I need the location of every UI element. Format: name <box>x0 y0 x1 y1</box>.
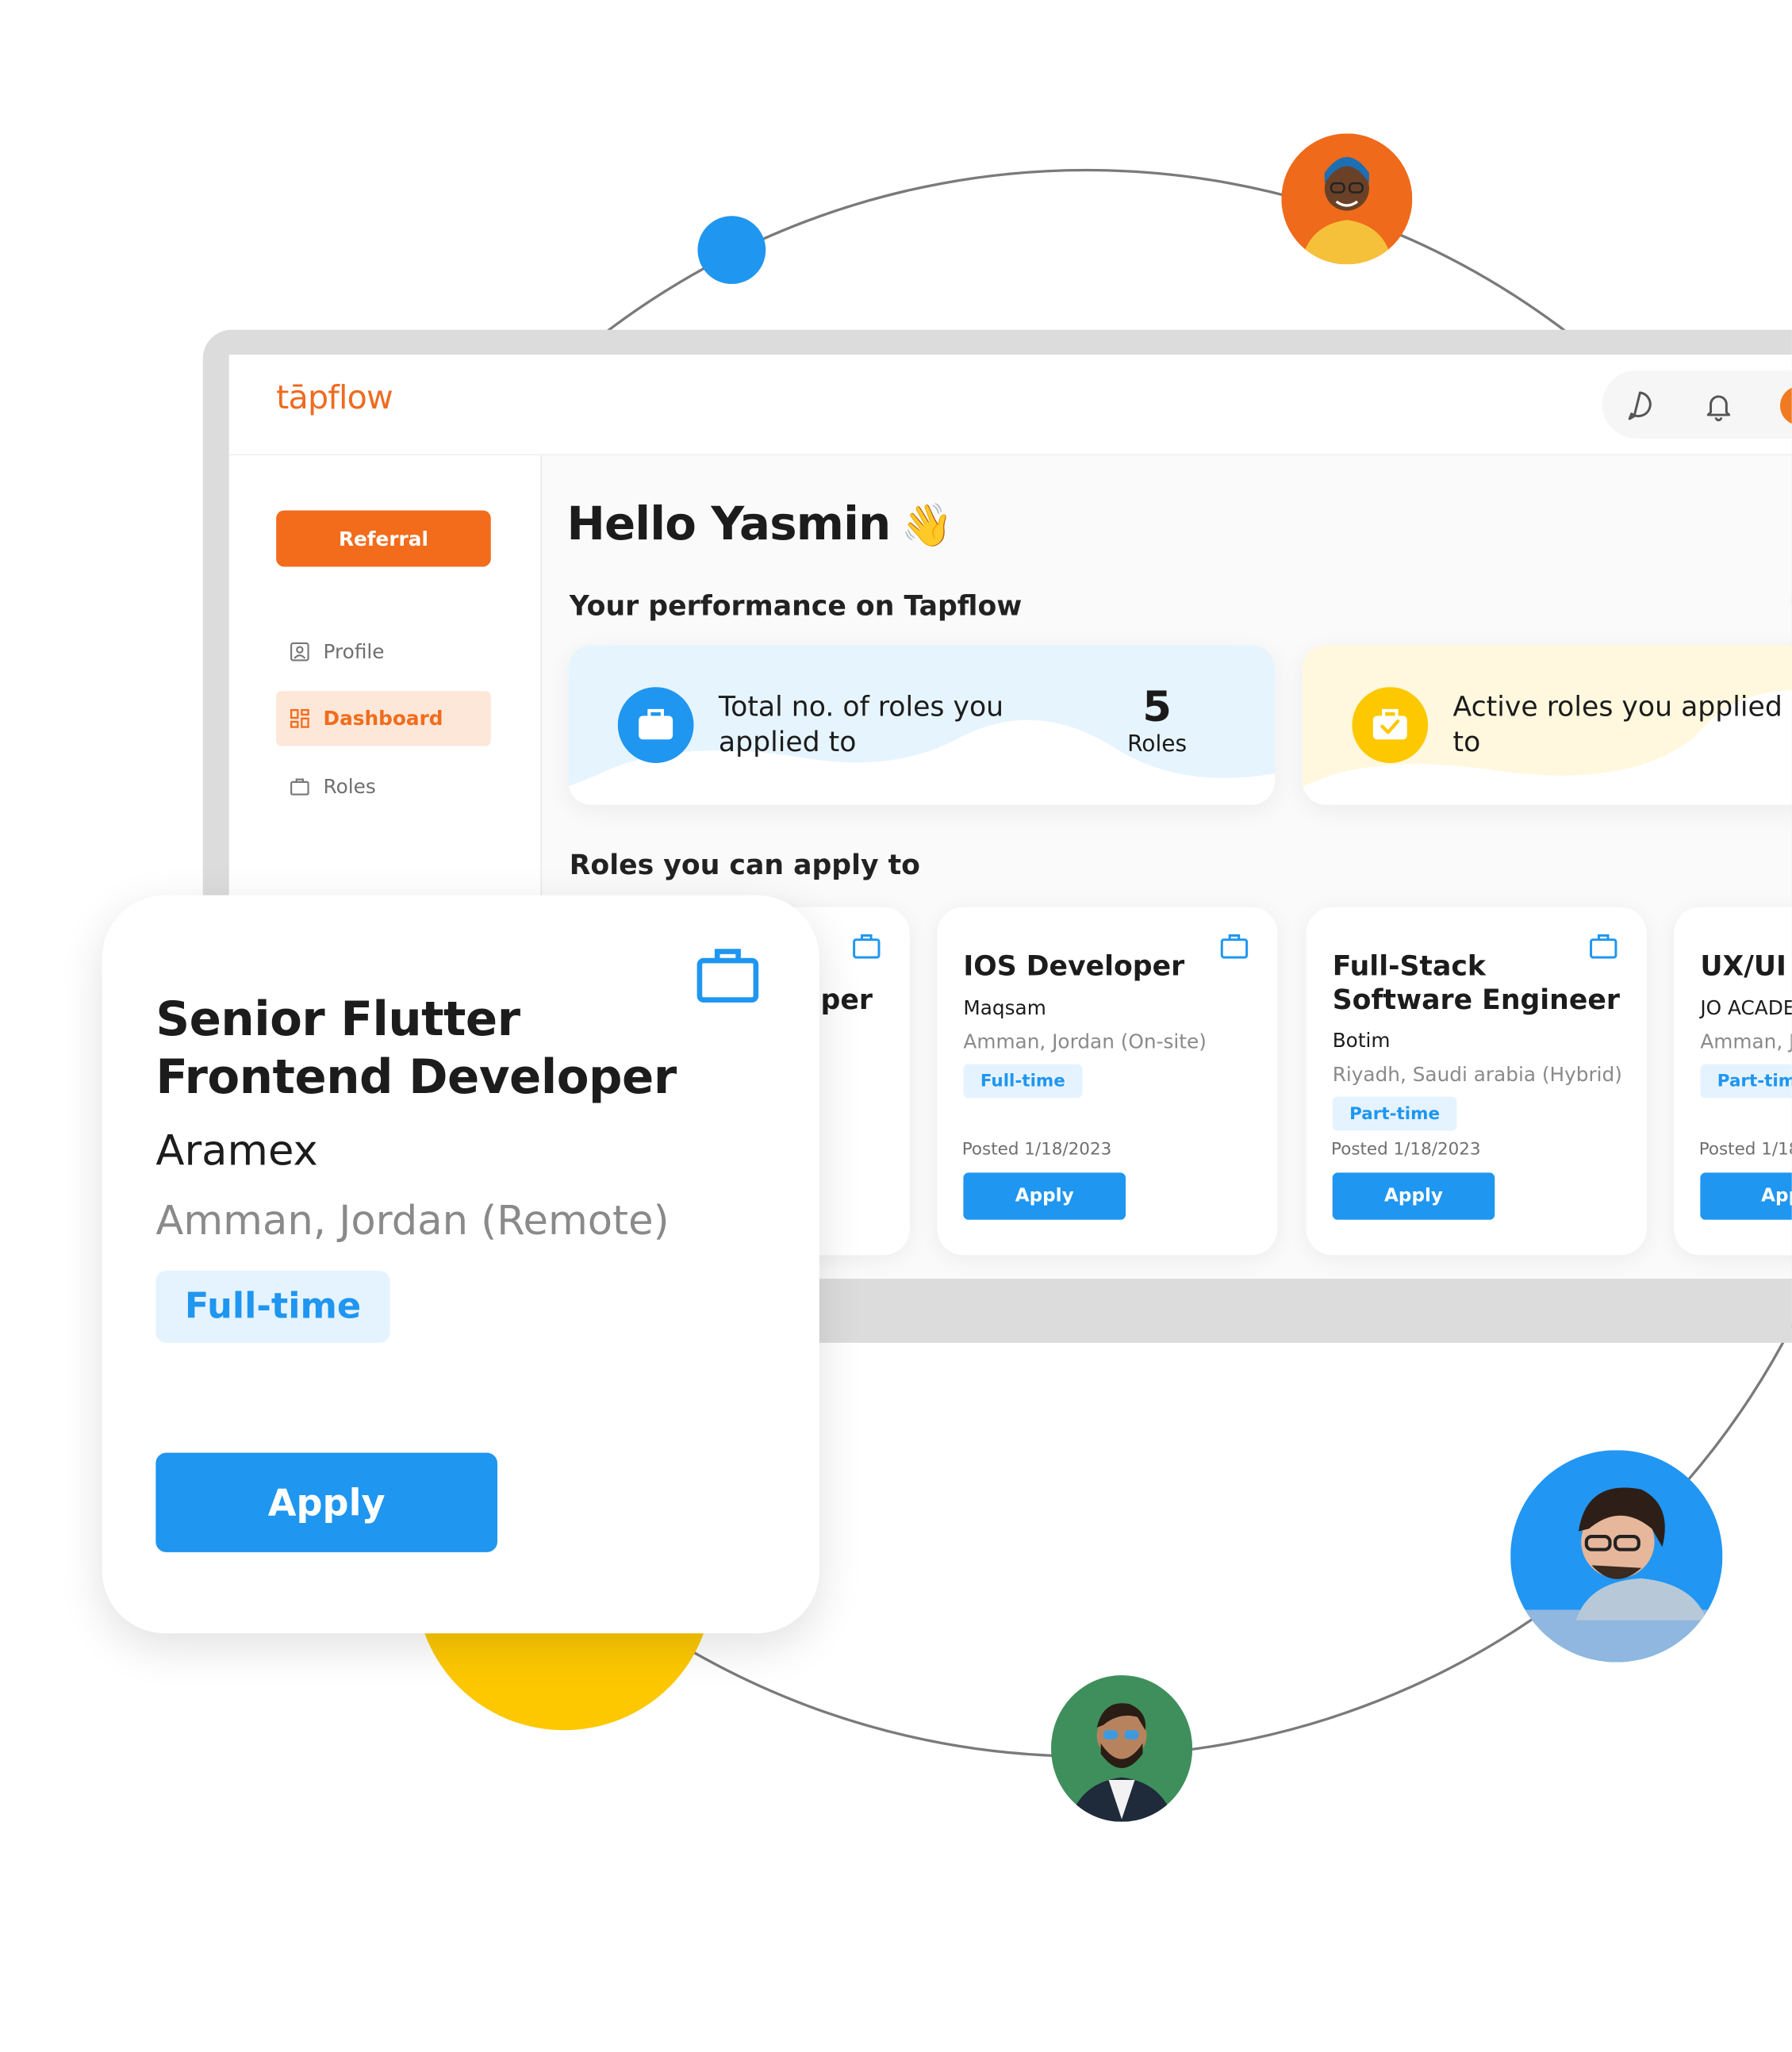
decor-dot-blue <box>697 216 766 285</box>
sidebar-item-profile[interactable]: Profile <box>276 624 491 679</box>
role-company: Botim <box>1332 1028 1391 1053</box>
stat-label: Active roles you applied to <box>1452 691 1782 758</box>
app-logo[interactable]: tāpflow <box>276 378 393 416</box>
header-actions <box>1602 370 1792 439</box>
role-card[interactable]: Full-Stack Software Engineer Botim Riyad… <box>1306 907 1647 1256</box>
featured-role-type-badge: Full-time <box>155 1271 390 1343</box>
user-photo-avatar <box>1510 1450 1723 1663</box>
page-title: Hello Yasmin 👋 <box>566 498 954 551</box>
referral-button[interactable]: Referral <box>276 510 491 567</box>
role-type-badge: Part-time <box>1700 1064 1792 1099</box>
dashboard-icon <box>290 708 309 728</box>
profile-icon <box>290 642 309 662</box>
stat-number: 5 <box>1142 681 1172 732</box>
bell-icon[interactable] <box>1702 389 1736 423</box>
stat-unit: Roles <box>1127 731 1188 758</box>
role-type-badge: Part-time <box>1332 1096 1457 1131</box>
briefcase-check-icon <box>1372 708 1407 740</box>
sidebar-item-dashboard[interactable]: Dashboard <box>276 691 491 746</box>
apply-button[interactable]: App <box>1700 1172 1792 1220</box>
briefcase-icon[interactable] <box>852 933 881 959</box>
role-location: Amman, J <box>1700 1030 1792 1054</box>
chat-icon[interactable] <box>1623 389 1657 423</box>
role-posted-date: Posted 1/18 <box>1698 1140 1792 1160</box>
featured-role-title: Senior Flutter Frontend Developer <box>155 993 677 1105</box>
stat-value: 5 Roles <box>1105 682 1210 758</box>
greeting-text: Hello Yasmin <box>566 498 891 551</box>
briefcase-icon[interactable] <box>696 945 759 1007</box>
role-card[interactable]: UX/UI JO ACADE Amman, J Part-time Posted… <box>1674 907 1792 1256</box>
role-title: per <box>820 984 873 1016</box>
apply-button[interactable]: Apply <box>963 1172 1126 1220</box>
stat-label: Total no. of roles you applied to <box>718 691 1004 758</box>
featured-role-card[interactable]: Senior Flutter Frontend Developer Aramex… <box>102 895 819 1634</box>
featured-role-company: Aramex <box>155 1126 318 1176</box>
role-company: Maqsam <box>963 995 1046 1020</box>
role-posted-date: Posted 1/18/2023 <box>961 1140 1112 1160</box>
featured-role-location: Amman, Jordan (Remote) <box>155 1197 670 1245</box>
role-location: Riyadh, Saudi arabia (Hybrid) <box>1332 1062 1622 1087</box>
role-title: Full-Stack Software Engineer <box>1332 949 1620 1016</box>
role-title: UX/UI <box>1700 949 1786 982</box>
role-location: Amman, Jordan (On-site) <box>963 1030 1207 1054</box>
stat-card-total-roles: Total no. of roles you applied to 5 Role… <box>568 645 1276 805</box>
sidebar-item-label: Roles <box>323 774 376 799</box>
featured-apply-button[interactable]: Apply <box>155 1452 498 1552</box>
marketing-scene: tāpflow Referral Profile Dashboard Roles… <box>0 0 1792 2052</box>
sidebar-item-roles[interactable]: Roles <box>276 759 491 814</box>
user-photo-avatar <box>1281 133 1413 265</box>
wave-icon: 👋 <box>900 500 954 550</box>
role-title: IOS Developer <box>963 949 1185 982</box>
role-type-badge: Full-time <box>963 1064 1083 1099</box>
user-photo-avatar <box>1050 1675 1193 1822</box>
section-title-roles: Roles you can apply to <box>569 849 920 881</box>
apply-button[interactable]: Apply <box>1332 1172 1495 1220</box>
briefcase-icon <box>290 778 309 796</box>
section-title-performance: Your performance on Tapflow <box>569 590 1023 622</box>
role-company: JO ACADE <box>1700 995 1792 1020</box>
briefcase-icon <box>639 708 673 740</box>
sidebar-item-label: Dashboard <box>323 707 443 731</box>
stat-icon-circle <box>1352 687 1429 763</box>
top-bar: tāpflow <box>228 355 1792 456</box>
role-posted-date: Posted 1/18/2023 <box>1331 1140 1481 1160</box>
stat-card-active-roles: Active roles you applied to <box>1302 645 1792 805</box>
role-card[interactable]: IOS Developer Maqsam Amman, Jordan (On-s… <box>937 907 1278 1256</box>
sidebar-item-label: Profile <box>323 639 385 664</box>
user-avatar[interactable] <box>1780 385 1792 426</box>
stat-icon-circle <box>617 687 694 763</box>
